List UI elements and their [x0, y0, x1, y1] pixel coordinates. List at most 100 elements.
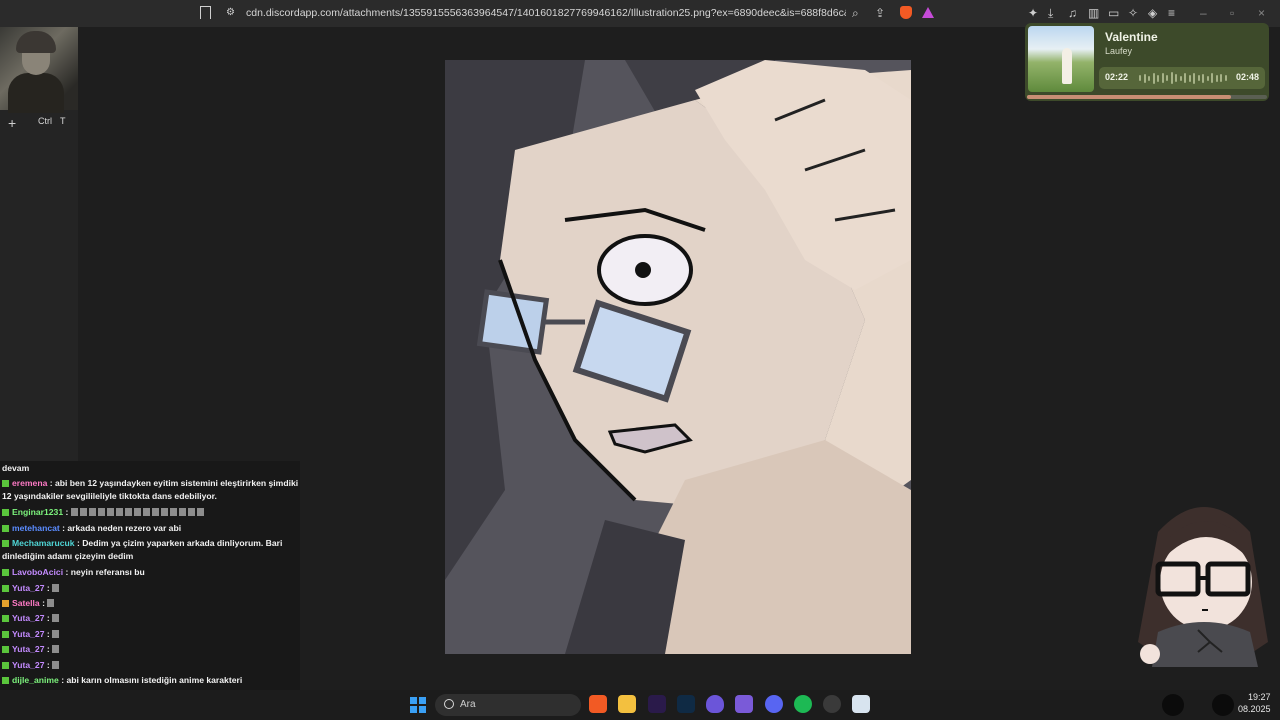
chat-badge-icon	[2, 661, 9, 669]
windows-taskbar: Ara 19:27 08.2025	[0, 690, 1280, 720]
extensions-icon[interactable]: ✦	[1028, 5, 1038, 21]
chat-emote-icon	[169, 508, 177, 517]
chat-username: Yuta_27	[12, 582, 45, 593]
song-artist: Laufey	[1105, 46, 1133, 56]
chat-emote-icon	[47, 599, 55, 608]
chat-badge-icon	[2, 540, 9, 548]
illustration-image	[445, 60, 911, 654]
app-icon-light[interactable]	[852, 695, 870, 713]
leo-ai-icon[interactable]: ✧	[1128, 5, 1138, 21]
chat-username: dijle_anime	[12, 675, 59, 686]
address-bar[interactable]: cdn.discordapp.com/attachments/135591555…	[222, 2, 942, 24]
close-icon[interactable]: ×	[1258, 5, 1265, 21]
chat-badge-icon	[2, 630, 9, 638]
chat-emote-icon	[178, 508, 186, 517]
chat-message: Yuta_27 :	[0, 642, 300, 657]
menu-icon[interactable]: ≡	[1168, 5, 1175, 21]
windows-start-icon[interactable]	[410, 697, 426, 713]
chat-username: LavoboAcici	[12, 567, 64, 578]
app-icon-arrow[interactable]	[735, 695, 753, 713]
chat-emote-icon	[52, 660, 60, 669]
spotify-icon[interactable]	[794, 695, 812, 713]
chat-emote-icon	[52, 583, 60, 592]
chat-message: Yuta_27 :	[0, 627, 300, 642]
chat-text: neyin referansı bu	[70, 567, 145, 578]
chat-emote-icon	[88, 508, 96, 517]
chat-text: arkada neden rezero var abi	[67, 522, 182, 533]
chat-emote-icon	[196, 508, 204, 517]
chat-username: Mechamarucuk	[12, 538, 75, 549]
chat-username: eremena	[12, 478, 48, 489]
chat-emote-icon	[52, 645, 60, 654]
vpn-icon[interactable]: ◈	[1148, 5, 1157, 21]
minimize-icon[interactable]: –	[1200, 5, 1207, 21]
wallet-icon[interactable]: ▭	[1108, 5, 1119, 21]
chat-text: abi karın olmasını istediğin anime karak…	[66, 675, 243, 686]
taskbar-search[interactable]: Ara	[435, 694, 581, 716]
chat-badge-icon	[2, 615, 9, 623]
now-playing-widget[interactable]: Valentine Laufey 02:22 02:48	[1025, 23, 1269, 101]
chat-message: Satella :	[0, 596, 300, 611]
brave-shield-icon[interactable]	[900, 6, 912, 19]
song-progress-bar[interactable]	[1027, 95, 1267, 99]
chat-message: Yuta_27 :	[0, 611, 300, 626]
search-placeholder: Ara	[460, 699, 476, 710]
new-tab-icon[interactable]: +	[8, 115, 16, 131]
chat-emote-icon	[79, 508, 87, 517]
total-time: 02:48	[1235, 72, 1259, 82]
webcam-overlay	[0, 27, 83, 113]
chat-username: Yuta_27	[12, 659, 45, 670]
share-icon[interactable]: ⇪	[875, 5, 885, 21]
stream-chat: devam eremena : abi ben 12 yaşındayken ey…	[0, 461, 300, 720]
song-title: Valentine	[1105, 30, 1158, 44]
chat-badge-icon	[2, 646, 9, 654]
chat-emote-icon	[142, 508, 150, 517]
chat-message: devam	[0, 461, 300, 476]
chat-emote-icon	[52, 614, 60, 623]
playback-time-bar: 02:22 02:48	[1099, 67, 1265, 89]
chat-message: Yuta_27 :	[0, 581, 300, 596]
download-icon[interactable]: ⤓	[1048, 5, 1053, 21]
obs-icon[interactable]	[823, 695, 841, 713]
chat-message: Yuta_27 :	[0, 658, 300, 673]
chat-emote-icon	[106, 508, 114, 517]
waveform-icon	[1139, 72, 1227, 84]
album-art	[1028, 26, 1094, 92]
chat-text: devam	[2, 463, 30, 473]
chat-badge-icon	[2, 480, 9, 488]
search-icon	[444, 699, 454, 709]
file-explorer-icon[interactable]	[618, 695, 636, 713]
premiere-pro-icon[interactable]	[648, 695, 666, 713]
shortcut-t: T	[60, 116, 66, 126]
clock-time[interactable]: 19:27	[1248, 692, 1271, 702]
chat-badge-icon	[2, 600, 9, 608]
chat-username: Satella	[12, 598, 40, 609]
brave-rewards-icon[interactable]	[922, 7, 934, 18]
zoom-icon[interactable]: ⌕	[852, 5, 859, 21]
url-text[interactable]: cdn.discordapp.com/attachments/135591555…	[246, 7, 846, 19]
chat-message: metehancat : arkada neden rezero var abi	[0, 521, 300, 536]
tray-hidden-icon[interactable]	[1162, 694, 1184, 716]
vtuber-avatar	[1128, 492, 1280, 672]
chat-badge-icon	[2, 524, 9, 532]
sidebar-toggle-icon[interactable]: ▥	[1088, 5, 1099, 21]
brave-browser-icon[interactable]	[589, 695, 607, 713]
chat-emote-icon	[133, 508, 141, 517]
clock-date[interactable]: 08.2025	[1238, 704, 1271, 714]
chat-message: Mechamarucuk : Dedim ya çizim yaparken a…	[2, 538, 283, 562]
chat-username: Yuta_27	[12, 613, 45, 624]
chat-username: Yuta_27	[12, 628, 45, 639]
discord-icon[interactable]	[765, 695, 783, 713]
chat-emote-icon	[187, 508, 195, 517]
chat-emote-icon	[52, 629, 60, 638]
chat-emote-icon	[151, 508, 159, 517]
chat-badge-icon	[2, 584, 9, 592]
chat-badge-icon	[2, 569, 9, 577]
music-icon[interactable]: ♫	[1068, 5, 1077, 21]
bookmark-icon[interactable]	[200, 6, 211, 19]
photoshop-icon[interactable]	[677, 695, 695, 713]
tray-network-icon[interactable]	[1212, 694, 1234, 716]
maximize-icon[interactable]: ▫	[1230, 5, 1234, 21]
chat-username: Yuta_27	[12, 644, 45, 655]
app-icon-purple[interactable]	[706, 695, 724, 713]
